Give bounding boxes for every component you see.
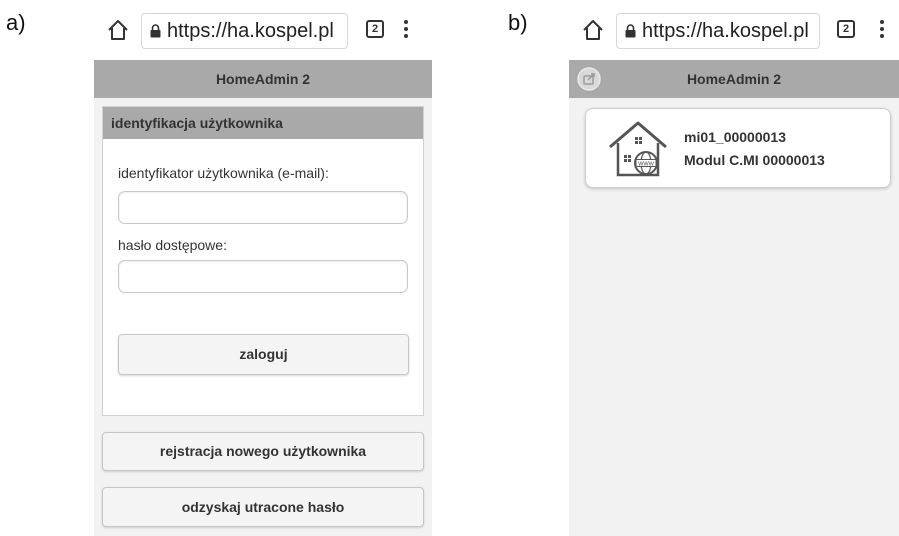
login-card: identyfikacja użytkownika identyfikator … [102,106,424,416]
browser-toolbar: https://ha.kospel.pl 2 [94,0,432,60]
lock-icon [625,24,636,38]
device-name: mi01_00000013 [684,129,786,145]
app-title-bar: HomeAdmin 2 [569,60,899,98]
phone-screen-login: https://ha.kospel.pl 2 HomeAdmin 2 ident… [94,0,432,536]
address-bar[interactable]: https://ha.kospel.pl [141,13,348,49]
home-icon[interactable] [581,18,605,42]
panel-b-label: b) [508,10,528,35]
browser-toolbar: https://ha.kospel.pl 2 [569,0,899,60]
login-button[interactable]: zaloguj [118,334,409,375]
password-label: hasło dostępowe: [118,237,227,253]
home-icon[interactable] [106,18,130,42]
more-options-icon[interactable] [403,20,409,40]
tab-switcher-button[interactable]: 2 [837,20,855,38]
phone-screen-devices: https://ha.kospel.pl 2 HomeAdmin 2 WWW m… [569,0,899,536]
tab-switcher-button[interactable]: 2 [366,20,384,38]
lock-icon [150,24,161,38]
panel-a-label: a) [6,10,26,35]
app-title-bar: HomeAdmin 2 [94,60,432,98]
login-section-title: identyfikacja użytkownika [103,107,423,139]
share-icon[interactable] [577,67,601,91]
user-id-input[interactable] [118,191,408,224]
user-id-label: identyfikator użytkownika (e-mail): [118,165,329,181]
house-www-icon: WWW [609,121,667,177]
url-text: https://ha.kospel.pl [642,19,809,42]
device-list-item[interactable]: WWW mi01_00000013 Modul C.MI 00000013 [585,108,891,188]
url-text: https://ha.kospel.pl [167,19,334,42]
register-button[interactable]: rejstracja nowego użytkownika [102,432,424,471]
password-input[interactable] [118,260,408,293]
svg-text:WWW: WWW [638,162,654,168]
recover-password-button[interactable]: odzyskaj utracone hasło [102,487,424,527]
address-bar[interactable]: https://ha.kospel.pl [616,13,820,49]
device-description: Modul C.MI 00000013 [684,152,825,168]
more-options-icon[interactable] [879,20,885,40]
